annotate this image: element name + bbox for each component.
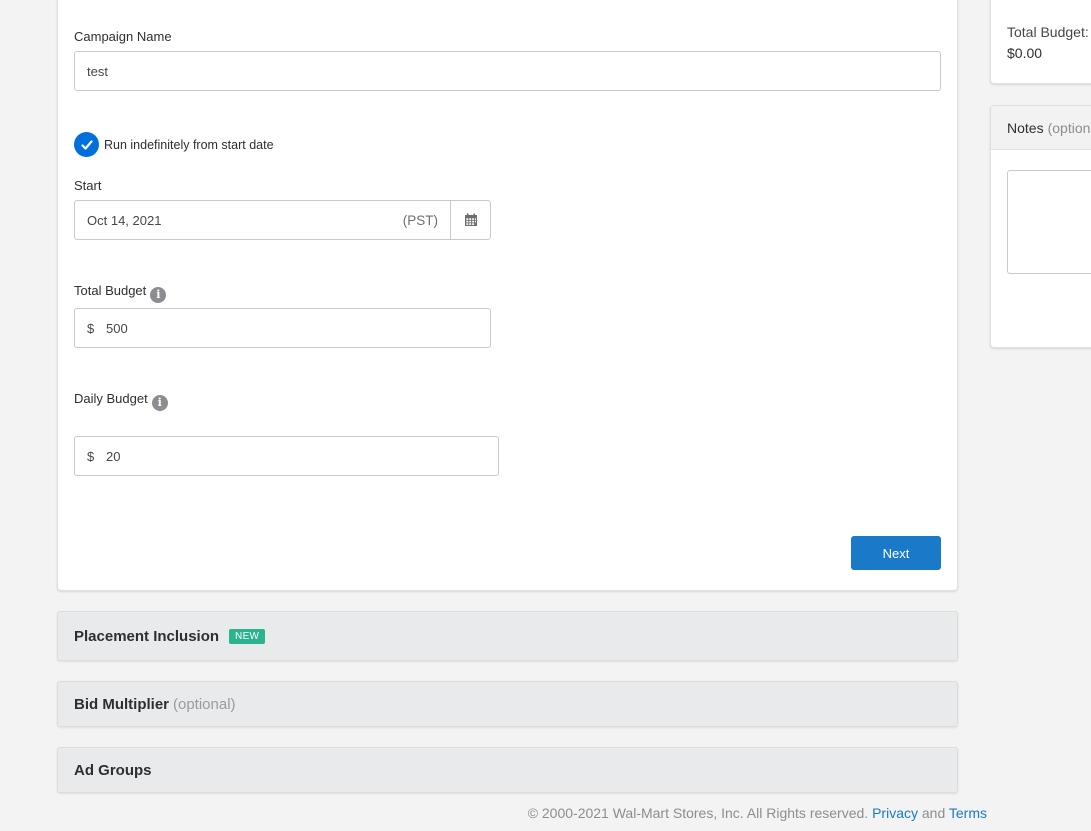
notes-card: Notes (optional) xyxy=(990,105,1091,348)
calendar-icon xyxy=(464,213,477,226)
info-icon[interactable]: i xyxy=(150,287,167,303)
total-budget-value: 500 xyxy=(106,320,128,336)
daily-budget-input[interactable]: $ 20 xyxy=(74,436,499,476)
start-date-input[interactable]: Oct 14, 2021 (PST) xyxy=(74,200,491,240)
info-icon[interactable]: i xyxy=(151,395,168,411)
section-bid-multiplier[interactable]: Bid Multiplier (optional) xyxy=(57,681,958,727)
ad-groups-title: Ad Groups xyxy=(74,761,152,779)
checkmark-icon xyxy=(80,139,93,150)
daily-budget-label-row: Daily Budget i xyxy=(74,391,168,411)
and-text: and xyxy=(921,805,946,821)
run-indefinitely-label[interactable]: Run indefinitely from start date xyxy=(104,138,274,152)
start-label: Start xyxy=(74,178,102,193)
copyright-text: © 2000-2021 Wal-Mart Stores, Inc. All Ri… xyxy=(527,805,869,821)
daily-budget-currency: $ xyxy=(87,448,95,464)
daily-budget-label: Daily Budget xyxy=(74,391,148,406)
terms-link[interactable]: Terms xyxy=(949,805,987,821)
notes-optional: (optional) xyxy=(1047,119,1091,136)
placement-inclusion-title: Placement Inclusion xyxy=(74,627,220,645)
next-button[interactable]: Next xyxy=(851,536,941,570)
summary-total-budget-label: Total Budget: xyxy=(1007,24,1089,40)
timezone-label: (PST) xyxy=(402,212,438,228)
bid-multiplier-optional: (optional) xyxy=(173,695,236,713)
total-budget-label-row: Total Budget i xyxy=(74,283,167,303)
total-budget-label: Total Budget xyxy=(74,283,147,298)
notes-textarea[interactable] xyxy=(1007,170,1091,274)
total-budget-input[interactable]: $ 500 xyxy=(74,308,491,348)
section-ad-groups[interactable]: Ad Groups xyxy=(57,747,958,793)
total-budget-currency: $ xyxy=(87,320,95,336)
budget-summary-card: Total Budget: $0.00 xyxy=(990,0,1091,84)
notes-label: Notes xyxy=(1007,119,1044,136)
footer: © 2000-2021 Wal-Mart Stores, Inc. All Ri… xyxy=(528,805,987,821)
start-date-value: Oct 14, 2021 xyxy=(87,212,162,228)
summary-total-budget-value: $0.00 xyxy=(1007,45,1043,61)
campaign-settings-card: Campaign Name test Run indefinitely from… xyxy=(57,0,958,591)
daily-budget-value: 20 xyxy=(106,448,121,464)
campaign-name-value: test xyxy=(87,63,108,79)
section-placement-inclusion[interactable]: Placement Inclusion NEW xyxy=(57,611,958,661)
campaign-name-input[interactable]: test xyxy=(74,51,941,91)
notes-header: Notes (optional) xyxy=(991,106,1091,150)
run-indefinitely-checkbox[interactable] xyxy=(74,132,99,157)
campaign-name-label: Campaign Name xyxy=(74,29,172,44)
privacy-link[interactable]: Privacy xyxy=(872,805,918,821)
calendar-button[interactable] xyxy=(450,201,490,239)
new-badge: NEW xyxy=(229,628,266,644)
bid-multiplier-title: Bid Multiplier xyxy=(74,695,169,713)
